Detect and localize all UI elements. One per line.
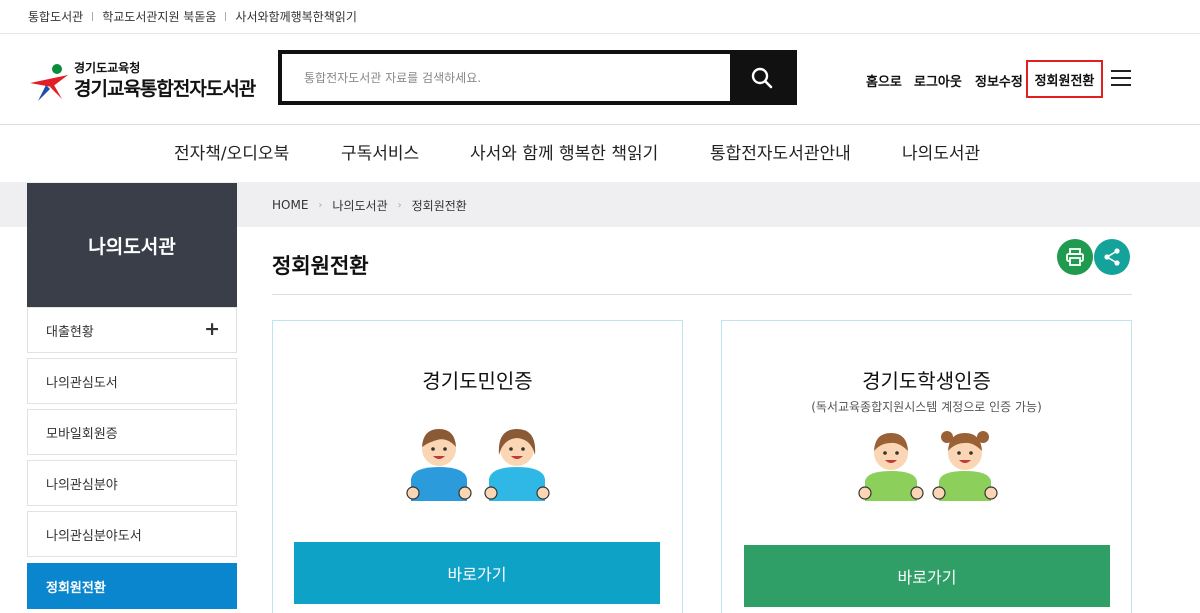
sidebar-item-interest-books[interactable]: 나의관심도서 <box>27 358 237 404</box>
search-button[interactable] <box>730 54 793 101</box>
plus-icon[interactable]: + <box>204 318 220 340</box>
sidebar-item-label: 대출현황 <box>46 324 94 340</box>
topbar-link-school-library[interactable]: 학교도서관지원 북돋움 <box>102 8 216 25</box>
home-link[interactable]: 홈으로 <box>866 35 902 125</box>
sidebar-item-label: 나의관심분야도서 <box>46 528 142 544</box>
sidebar-item-member-convert[interactable]: 정회원전환 <box>27 563 237 609</box>
hamburger-icon[interactable] <box>1111 70 1131 88</box>
sidebar-item-label: 모바일회원증 <box>46 426 118 442</box>
breadcrumb-my-library[interactable]: 나의도서관 <box>332 197 387 214</box>
nav-subscription[interactable]: 구독서비스 <box>341 126 419 182</box>
top-utility-bar: 통합도서관 학교도서관지원 북돋움 사서와함께행복한책읽기 <box>0 0 1200 34</box>
nav-reading-with-librarian[interactable]: 사서와 함께 행복한 책읽기 <box>470 126 658 182</box>
site-logo[interactable]: 경기도교육청 경기교육통합전자도서관 <box>28 59 268 103</box>
divider <box>225 12 227 21</box>
nav-library-guide[interactable]: 통합전자도서관안내 <box>710 126 851 182</box>
chevron-right-icon: › <box>318 199 323 211</box>
page-title: 정회원전환 <box>272 254 369 278</box>
adults-illustration <box>406 429 550 501</box>
topbar-link-reading[interactable]: 사서와함께행복한책읽기 <box>235 8 356 25</box>
sidebar-item-interest-field[interactable]: 나의관심분야 <box>27 460 237 506</box>
print-button[interactable] <box>1057 239 1093 275</box>
edit-info-link[interactable]: 정보수정 <box>975 35 1023 125</box>
card-title: 경기도학생인증 <box>862 369 991 393</box>
title-divider <box>272 294 1132 295</box>
sidebar-item-loan-status[interactable]: 대출현황 + <box>27 307 237 353</box>
topbar-link-integrated-library[interactable]: 통합도서관 <box>28 8 83 25</box>
logo-title: 경기교육통합전자도서관 <box>74 78 256 100</box>
sidebar-item-label: 나의관심분야 <box>46 477 118 493</box>
member-convert-link[interactable]: 정회원전환 <box>1026 60 1103 98</box>
divider <box>92 12 94 21</box>
breadcrumb-current: 정회원전환 <box>411 198 467 213</box>
main-nav: 전자책/오디오북 구독서비스 사서와 함께 행복한 책읽기 통합전자도서관안내 … <box>0 126 1200 182</box>
share-icon <box>1104 248 1120 266</box>
nav-my-library[interactable]: 나의도서관 <box>902 126 980 182</box>
search-input[interactable] <box>282 54 734 101</box>
search-icon <box>751 67 772 88</box>
card-title: 경기도민인증 <box>422 369 533 393</box>
sidebar-item-interest-field-books[interactable]: 나의관심분야도서 <box>27 511 237 557</box>
resident-auth-card: 경기도민인증 바로가기 <box>272 320 683 613</box>
nav-ebook-audiobook[interactable]: 전자책/오디오북 <box>174 126 289 182</box>
students-illustration <box>858 431 998 501</box>
logout-link[interactable]: 로그아웃 <box>914 35 962 125</box>
chevron-right-icon: › <box>397 199 402 211</box>
sidebar-title: 나의도서관 <box>27 183 237 307</box>
breadcrumb: HOME › 나의도서관 › 정회원전환 <box>272 183 467 227</box>
sidebar-item-mobile-card[interactable]: 모바일회원증 <box>27 409 237 455</box>
logo-mark-icon <box>30 64 68 101</box>
site-header: 경기도교육청 경기교육통합전자도서관 홈으로 로그아웃 정보수정 정회원전환 <box>0 35 1200 125</box>
student-auth-go-button[interactable]: 바로가기 <box>744 545 1110 607</box>
student-auth-card: 경기도학생인증 (독서교육종합지원시스템 계정으로 인증 가능) 바로가기 <box>721 320 1132 613</box>
sidebar-item-label: 정회원전환 <box>46 580 106 596</box>
card-subtitle: (독서교육종합지원시스템 계정으로 인증 가능) <box>811 400 1042 414</box>
search-box <box>278 50 797 105</box>
sidebar-item-label: 나의관심도서 <box>46 375 118 391</box>
print-icon <box>1066 248 1084 266</box>
breadcrumb-home[interactable]: HOME <box>272 198 308 212</box>
resident-auth-go-button[interactable]: 바로가기 <box>294 542 660 604</box>
share-button[interactable] <box>1094 239 1130 275</box>
